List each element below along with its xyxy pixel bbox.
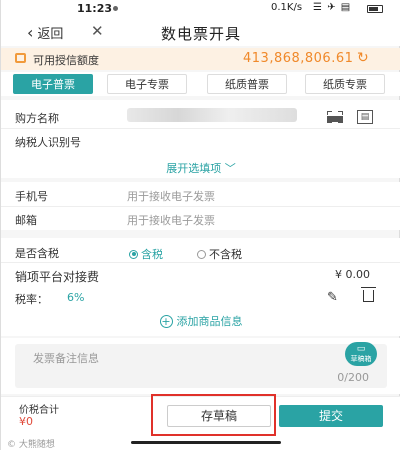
email-label: 邮箱 (15, 214, 37, 227)
draft-box-button[interactable]: ▭ 草稿箱 (345, 342, 377, 366)
divider (1, 128, 400, 129)
invoice-type-tabs: 电子普票 电子专票 纸质普票 纸质专票 (1, 72, 400, 96)
item-price: ¥ 0.00 (335, 268, 370, 281)
notification-dot-icon (113, 6, 118, 11)
phone-input[interactable]: 用于接收电子发票 (127, 188, 215, 204)
highlight-box (151, 394, 276, 436)
page-title: 数电票开具 (160, 25, 241, 43)
chevron-down-icon: ﹀ (224, 162, 236, 175)
title-select-icon[interactable]: ▤ (357, 110, 373, 124)
tax-rate-label: 税率： (15, 293, 48, 306)
radio-tax-included-label: 含税 (141, 248, 163, 261)
buyer-name-field[interactable] (127, 108, 297, 122)
tab-electronic-normal[interactable]: 电子普票 (13, 74, 93, 94)
tab-paper-special[interactable]: 纸质专票 (305, 74, 385, 94)
radio-dot-icon (129, 249, 138, 259)
signal-icon: ☰ ✈ ▤ (313, 2, 352, 13)
remark-textarea[interactable]: 发票备注信息 0/200 (15, 344, 387, 388)
phone-label: 手机号 (15, 190, 48, 203)
remark-char-count: 0/200 (337, 371, 369, 384)
radio-tax-included[interactable]: 含税 (129, 246, 163, 262)
delete-icon[interactable] (361, 287, 376, 302)
credit-bar: 可用授信额度 413,868,806.61 ↻ (1, 48, 400, 70)
nav-bar: ‹ 返回 ✕ 数电票开具 (1, 18, 400, 46)
tab-paper-normal[interactable]: 纸质普票 (207, 74, 287, 94)
plus-icon: + (159, 314, 173, 328)
phone-screen: 11:23 0.1K/s ☰ ✈ ▤ ‹ 返回 ✕ 数电票开具 可用授信额度 4… (0, 0, 400, 450)
email-input[interactable]: 用于接收电子发票 (127, 212, 215, 228)
status-time: 11:23 (77, 2, 113, 15)
divider (1, 206, 400, 207)
item-name: 销项平台对接费 (15, 270, 100, 284)
tax-rate-value: 6% (67, 291, 85, 304)
total-label: 价税合计 (19, 405, 59, 416)
radio-dot-icon (197, 249, 206, 259)
edit-icon[interactable]: ✎ (327, 290, 338, 305)
scan-icon[interactable] (327, 111, 343, 123)
radio-tax-excluded[interactable]: 不含税 (197, 246, 242, 262)
tax-id-label: 纳税人识别号 (15, 136, 81, 149)
radio-tax-excluded-label: 不含税 (209, 248, 242, 261)
draft-box-label: 草稿箱 (350, 355, 372, 363)
refresh-icon[interactable]: ↻ (357, 50, 369, 66)
total-value: ¥0 (19, 415, 33, 428)
divider (1, 262, 400, 263)
battery-icon (367, 5, 383, 13)
tax-included-label: 是否含税 (15, 247, 59, 260)
credit-label: 可用授信额度 (33, 54, 99, 67)
folder-icon: ▭ (356, 344, 366, 354)
expand-label: 展开选填项 (166, 162, 222, 175)
wallet-icon (15, 53, 26, 63)
home-bar[interactable] (131, 441, 281, 444)
remark-placeholder: 发票备注信息 (33, 352, 99, 365)
status-bar: 11:23 0.1K/s ☰ ✈ ▤ (1, 0, 400, 18)
watermark: © 大熊随想 (7, 440, 55, 450)
credit-amount: 413,868,806.61 (243, 51, 354, 66)
add-item-button[interactable]: + 添加商品信息 (1, 313, 400, 329)
submit-button[interactable]: 提交 (279, 405, 383, 427)
expand-optional-button[interactable]: 展开选填项 ﹀ (1, 160, 400, 176)
network-speed: 0.1K/s (271, 2, 303, 13)
tab-electronic-special[interactable]: 电子专票 (107, 74, 187, 94)
home-indicator (1, 436, 400, 450)
buyer-name-label: 购方名称 (15, 112, 59, 125)
add-item-label: 添加商品信息 (176, 315, 243, 328)
